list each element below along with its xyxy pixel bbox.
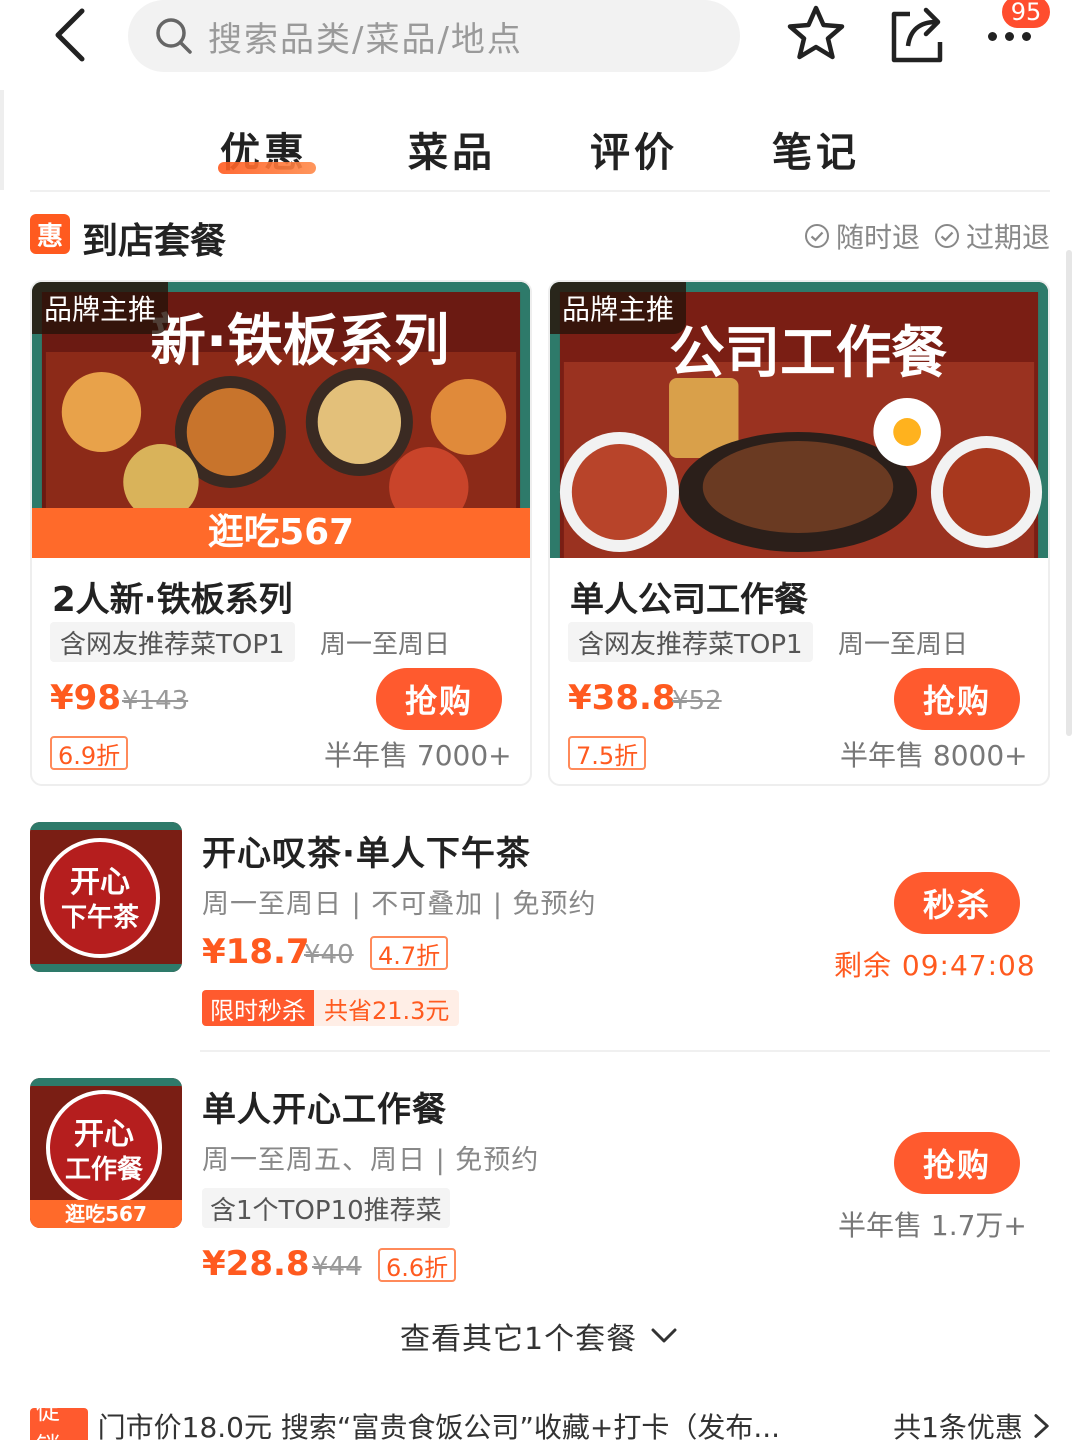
guarantee-label: 随时退 — [836, 221, 921, 254]
star-icon — [787, 5, 845, 60]
thumb-text: 工作餐 — [65, 1155, 144, 1185]
thumb-text: 下午茶 — [61, 902, 140, 933]
discount-badge-icon: 惠 — [30, 214, 70, 254]
image-headline-text: 公司工作餐 — [669, 321, 947, 386]
view-more-packages-link[interactable]: 查看其它1个套餐 — [400, 1314, 677, 1358]
image-footer-text: 逛吃567 — [208, 512, 354, 553]
divider — [30, 190, 1050, 192]
brand-tag: 品牌主推 — [32, 282, 169, 334]
item-thumbnail[interactable]: 开心 下午茶 — [30, 822, 182, 972]
promo-text: 门市价18.0元 搜索“富贵食饭公司”收藏+打卡（发布... — [97, 1411, 781, 1440]
guarantee-refund-anytime: 随时退 — [804, 216, 920, 256]
afternoon-tea-image: 开心 下午茶 — [30, 822, 182, 972]
image-headline-text: 新·铁板系列 — [150, 309, 449, 374]
deal-title: 单人公司工作餐 — [570, 580, 808, 620]
item-subtitle: 周一至周五、周日 | 免预约 — [202, 1145, 540, 1176]
check-circle-icon — [935, 224, 959, 248]
promo-count: 共1条优惠 — [893, 1411, 1023, 1440]
deal-title: 2人新·铁板系列 — [52, 580, 293, 620]
item-discount: 4.7折 — [370, 936, 449, 970]
guarantee-refund-expired: 过期退 — [934, 216, 1050, 256]
chevron-down-icon — [651, 1328, 677, 1343]
thumb-text: 开心 — [74, 1117, 134, 1152]
share-icon — [891, 7, 943, 63]
buy-button[interactable]: 抢购 — [894, 668, 1020, 730]
back-button[interactable] — [40, 0, 100, 70]
chevron-left-icon — [55, 8, 85, 62]
tab-reviews[interactable]: 评价 — [590, 120, 678, 178]
top-bar: 搜索品类/菜品/地点 95 — [0, 0, 1080, 90]
deal-sold: 半年售 7000+ — [324, 739, 512, 772]
item-original-price: ¥40 — [304, 940, 354, 970]
thumb-text: 开心 — [70, 865, 130, 900]
item-title: 开心叹茶·单人下午茶 — [202, 834, 531, 874]
promo-bar[interactable]: 促销 门市价18.0元 搜索“富贵食饭公司”收藏+打卡（发布... 共1条优惠 — [30, 1397, 1050, 1440]
deal-price: ¥38.8 — [568, 678, 676, 718]
deal-days: 周一至周日 — [320, 629, 451, 660]
deal-tag: 含网友推荐菜TOP1 — [50, 622, 295, 662]
flash-sale-savings: 共省21.3元 — [314, 990, 460, 1026]
thumb-footer-text: 逛吃567 — [65, 1202, 147, 1226]
more-dot-icon — [1004, 31, 1014, 41]
promo-tag: 促销 — [30, 1397, 88, 1440]
share-button[interactable] — [886, 2, 948, 66]
deal-tag: 含网友推荐菜TOP1 — [568, 622, 813, 662]
search-placeholder: 搜索品类/菜品/地点 — [208, 19, 523, 60]
brand-tag: 品牌主推 — [550, 282, 687, 334]
deal-card[interactable]: 公司工作餐 品牌主推 单人公司工作餐 含网友推荐菜TOP1 周一至周日 ¥38.… — [548, 280, 1050, 786]
item-original-price: ¥44 — [312, 1252, 362, 1282]
flash-sale-button[interactable]: 秒杀 — [894, 872, 1020, 934]
deal-original-price: ¥143 — [122, 686, 189, 716]
scrollbar[interactable] — [1066, 250, 1072, 736]
deal-discount: 7.5折 — [568, 736, 647, 770]
item-price: ¥18.7 — [202, 932, 310, 972]
favorite-button[interactable] — [784, 2, 848, 66]
item-sold: 半年售 1.7万+ — [838, 1209, 1027, 1242]
search-bar[interactable]: 搜索品类/菜品/地点 — [128, 0, 740, 72]
item-thumbnail[interactable]: 开心 工作餐 逛吃567 — [30, 1078, 182, 1228]
flash-sale-tag: 限时秒杀 共省21.3元 — [202, 990, 460, 1026]
deal-discount: 6.9折 — [50, 736, 129, 770]
tab-notes[interactable]: 笔记 — [772, 120, 860, 178]
active-tab-indicator — [218, 162, 316, 174]
item-subtitle: 周一至周日 | 不可叠加 | 免预约 — [202, 889, 597, 920]
more-dot-icon — [987, 31, 997, 41]
notification-badge: 95 — [1000, 0, 1052, 30]
view-more-label: 查看其它1个套餐 — [400, 1322, 638, 1357]
buy-button[interactable]: 抢购 — [894, 1132, 1020, 1194]
work-meal-image: 开心 工作餐 逛吃567 — [30, 1078, 182, 1228]
chevron-right-icon — [1034, 1414, 1049, 1438]
deal-days: 周一至周日 — [838, 629, 969, 660]
item-title: 单人开心工作餐 — [202, 1090, 447, 1130]
deal-original-price: ¥52 — [672, 686, 722, 716]
flash-sale-label: 限时秒杀 — [202, 990, 314, 1026]
buy-button[interactable]: 抢购 — [376, 668, 502, 730]
item-price: ¥28.8 — [202, 1244, 310, 1284]
guarantee-label: 过期退 — [966, 221, 1051, 254]
tab-bar: 优惠 菜品 评价 笔记 — [0, 110, 1080, 190]
section-header: 惠 到店套餐 随时退 过期退 — [30, 212, 1050, 262]
search-icon — [156, 18, 192, 54]
section-title: 到店套餐 — [82, 221, 227, 262]
divider — [200, 1050, 1050, 1052]
item-tag: 含1个TOP10推荐菜 — [202, 1188, 450, 1228]
deal-price: ¥98 — [50, 678, 121, 718]
check-circle-icon — [805, 224, 829, 248]
countdown-timer: 剩余 09:47:08 — [834, 949, 1036, 982]
deal-card[interactable]: 逛吃567 新·铁板系列 品牌主推 2人新·铁板系列 含网友推荐菜TOP1 周一… — [30, 280, 532, 786]
tab-dishes[interactable]: 菜品 — [408, 120, 496, 178]
deal-sold: 半年售 8000+ — [840, 739, 1028, 772]
more-dot-icon — [1021, 31, 1031, 41]
item-discount: 6.6折 — [378, 1248, 457, 1282]
